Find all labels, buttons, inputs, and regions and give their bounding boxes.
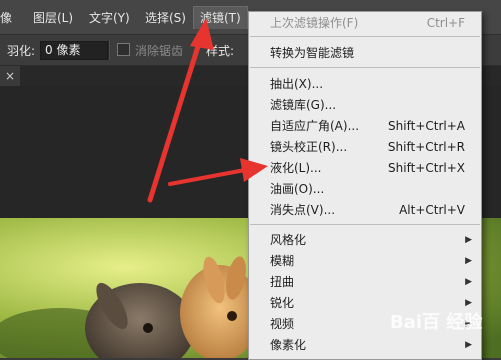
menu-select[interactable]: 选择(S): [145, 10, 186, 26]
submenu-distort[interactable]: 扭曲 ▶: [249, 272, 481, 292]
menu-divider: [250, 224, 480, 225]
menu-item-liquify[interactable]: 液化(L)... Shift+Ctrl+X: [249, 158, 481, 178]
feather-label: 羽化:: [7, 44, 36, 58]
style-label: 样式:: [206, 44, 235, 58]
menu-filter[interactable]: 滤镜(T): [193, 6, 248, 29]
submenu-stylize[interactable]: 风格化 ▶: [249, 230, 481, 250]
menu-type[interactable]: 文字(Y): [89, 10, 130, 26]
options-divider: [108, 40, 110, 60]
menu-item-adaptive-wide-angle[interactable]: 自适应广角(A)... Shift+Ctrl+A: [249, 116, 481, 136]
baidu-jingyan-watermark: Bai百 经验: [390, 312, 483, 333]
antialias-checkbox[interactable]: [117, 43, 130, 56]
submenu-arrow-icon: ▶: [465, 256, 472, 266]
menu-item-oil-paint[interactable]: 油画(O)...: [249, 179, 481, 199]
menu-layer[interactable]: 图层(L): [33, 10, 73, 26]
menu-item-last-filter: 上次滤镜操作(F) Ctrl+F: [270, 16, 465, 30]
submenu-blur[interactable]: 模糊 ▶: [249, 251, 481, 271]
submenu-arrow-icon: ▶: [465, 235, 472, 245]
menu-item-convert-smart-filter[interactable]: 转换为智能滤镜: [249, 43, 481, 63]
submenu-arrow-icon: ▶: [465, 277, 472, 287]
antialias-label: 消除锯齿: [135, 44, 184, 58]
menu-divider: [250, 36, 480, 37]
menu-divider: [250, 67, 480, 68]
menu-item-extract[interactable]: 抽出(X)...: [249, 74, 481, 94]
feather-input[interactable]: 0 像素: [40, 41, 108, 60]
menu-item-vanishing-point[interactable]: 消失点(V)... Alt+Ctrl+V: [249, 200, 481, 220]
menu-item-lens-correction[interactable]: 镜头校正(R)... Shift+Ctrl+R: [249, 137, 481, 157]
close-tab-icon[interactable]: ×: [0, 66, 20, 86]
menu-item-filter-gallery[interactable]: 滤镜库(G)...: [249, 95, 481, 115]
menu-image[interactable]: 像: [0, 10, 12, 26]
